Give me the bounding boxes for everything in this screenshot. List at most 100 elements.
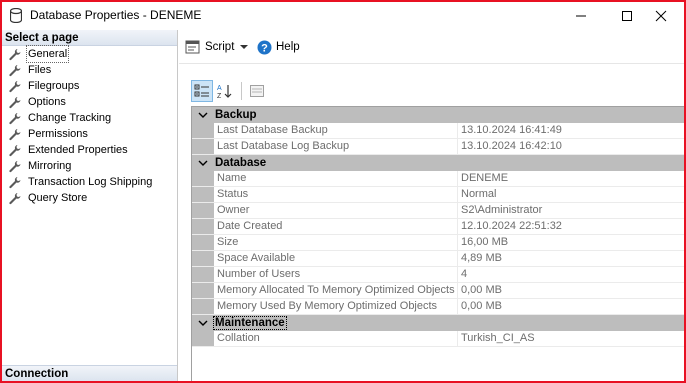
property-row[interactable]: Memory Allocated To Memory Optimized Obj… bbox=[192, 283, 684, 299]
grid-toolbar: A Z bbox=[191, 80, 311, 102]
toolbar: Script ? Help bbox=[179, 30, 684, 64]
row-gutter bbox=[192, 251, 214, 266]
alphabetical-button[interactable]: A Z bbox=[214, 80, 236, 102]
row-gutter bbox=[192, 139, 214, 154]
sort-alphabetical-icon: A Z bbox=[217, 85, 232, 99]
nav-item-options[interactable]: Options bbox=[2, 94, 177, 110]
property-row[interactable]: Space Available 4,89 MB bbox=[192, 251, 684, 267]
help-button[interactable]: ? Help bbox=[257, 39, 300, 55]
category-label: Database bbox=[215, 157, 267, 169]
property-value: DENEME bbox=[461, 172, 509, 184]
property-value: 0,00 MB bbox=[461, 284, 502, 296]
wrench-icon bbox=[9, 160, 21, 172]
wrench-icon bbox=[9, 128, 21, 140]
chevron-down-icon[interactable] bbox=[192, 107, 214, 123]
nav-item-label: Permissions bbox=[28, 128, 88, 140]
category-maintenance[interactable]: Maintenance bbox=[192, 315, 684, 331]
script-button[interactable]: Script bbox=[185, 39, 249, 55]
nav-item-label: Mirroring bbox=[28, 160, 72, 172]
property-name: Owner bbox=[214, 203, 458, 218]
page-selector-pane: Select a page General Files Filegroups Opti… bbox=[2, 30, 178, 381]
nav-item-files[interactable]: Files bbox=[2, 62, 177, 78]
row-gutter bbox=[192, 203, 214, 218]
svg-text:Z: Z bbox=[217, 93, 222, 99]
property-row[interactable]: Number of Users 4 bbox=[192, 267, 684, 283]
property-name: Number of Users bbox=[214, 267, 458, 282]
property-value: 0,00 MB bbox=[461, 300, 502, 312]
nav-item-label: Extended Properties bbox=[28, 144, 128, 156]
chevron-down-icon[interactable] bbox=[192, 155, 214, 171]
property-value: 4,89 MB bbox=[461, 252, 502, 264]
property-row[interactable]: Date Created 12.10.2024 22:51:32 bbox=[192, 219, 684, 235]
page-list: General Files Filegroups Options Change Trac… bbox=[2, 45, 177, 206]
toolbar-separator bbox=[241, 82, 242, 100]
minimize-icon bbox=[576, 15, 586, 17]
property-name: Memory Allocated To Memory Optimized Obj… bbox=[214, 283, 458, 298]
property-row[interactable]: Last Database Log Backup 13.10.2024 16:42… bbox=[192, 139, 684, 155]
close-icon bbox=[655, 10, 667, 22]
property-row[interactable]: Memory Used By Memory Optimized Objects 0… bbox=[192, 299, 684, 315]
categorized-button[interactable] bbox=[191, 80, 213, 102]
wrench-icon bbox=[9, 144, 21, 156]
nav-item-permissions[interactable]: Permissions bbox=[2, 126, 177, 142]
property-row[interactable]: Last Database Backup 13.10.2024 16:41:49 bbox=[192, 123, 684, 139]
nav-item-change-tracking[interactable]: Change Tracking bbox=[2, 110, 177, 126]
nav-item-extended-properties[interactable]: Extended Properties bbox=[2, 142, 177, 158]
nav-item-label: Query Store bbox=[28, 192, 88, 204]
title-bar: Database Properties - DENEME bbox=[2, 2, 684, 30]
script-icon bbox=[185, 40, 200, 54]
property-row[interactable]: Owner S2\Administrator bbox=[192, 203, 684, 219]
property-name: Size bbox=[214, 235, 458, 250]
nav-item-label: Transaction Log Shipping bbox=[28, 176, 153, 188]
chevron-down-icon[interactable] bbox=[240, 45, 249, 49]
property-row[interactable]: Collation Turkish_CI_AS bbox=[192, 331, 684, 347]
property-row[interactable]: Size 16,00 MB bbox=[192, 235, 684, 251]
property-value: 4 bbox=[461, 268, 468, 280]
chevron-down-icon[interactable] bbox=[192, 315, 214, 331]
property-name: Name bbox=[214, 171, 458, 186]
nav-item-filegroups[interactable]: Filegroups bbox=[2, 78, 177, 94]
row-gutter bbox=[192, 299, 214, 314]
wrench-icon bbox=[9, 176, 21, 188]
nav-item-label: General bbox=[25, 45, 70, 63]
row-gutter bbox=[192, 331, 214, 346]
row-gutter bbox=[192, 123, 214, 138]
svg-text:A: A bbox=[217, 85, 222, 92]
row-gutter bbox=[192, 283, 214, 298]
nav-item-label: Filegroups bbox=[28, 80, 80, 92]
property-pages-icon bbox=[250, 85, 264, 97]
category-label: Backup bbox=[215, 109, 257, 121]
category-database[interactable]: Database bbox=[192, 155, 684, 171]
help-icon: ? bbox=[257, 40, 272, 54]
property-pages-button[interactable] bbox=[246, 80, 268, 102]
category-backup[interactable]: Backup bbox=[192, 107, 684, 123]
nav-item-general[interactable]: General bbox=[2, 45, 177, 63]
wrench-icon bbox=[9, 96, 21, 108]
property-value: 13.10.2024 16:41:49 bbox=[461, 124, 562, 136]
database-icon bbox=[10, 8, 22, 23]
property-row[interactable]: Status Normal bbox=[192, 187, 684, 203]
wrench-icon bbox=[9, 48, 21, 60]
svg-text:?: ? bbox=[261, 42, 268, 54]
property-name: Last Database Backup bbox=[214, 123, 458, 138]
property-value: 12.10.2024 22:51:32 bbox=[461, 220, 562, 232]
property-value: Normal bbox=[461, 188, 497, 200]
window-title: Database Properties - DENEME bbox=[30, 8, 202, 22]
categorized-icon bbox=[194, 84, 209, 97]
nav-item-transaction-log-shipping[interactable]: Transaction Log Shipping bbox=[2, 174, 177, 190]
nav-item-label: Change Tracking bbox=[28, 112, 112, 124]
row-gutter bbox=[192, 171, 214, 186]
property-value: Turkish_CI_AS bbox=[461, 332, 535, 344]
nav-item-label: Files bbox=[28, 64, 52, 76]
property-name: Last Database Log Backup bbox=[214, 139, 458, 154]
nav-item-query-store[interactable]: Query Store bbox=[2, 190, 177, 206]
property-name: Status bbox=[214, 187, 458, 202]
minimize-button[interactable] bbox=[558, 2, 604, 30]
wrench-icon bbox=[9, 192, 21, 204]
row-gutter bbox=[192, 219, 214, 234]
nav-item-mirroring[interactable]: Mirroring bbox=[2, 158, 177, 174]
close-button[interactable] bbox=[638, 2, 684, 30]
property-row[interactable]: Name DENEME bbox=[192, 171, 684, 187]
connection-header: Connection bbox=[2, 365, 177, 381]
property-value: 16,00 MB bbox=[461, 236, 509, 248]
